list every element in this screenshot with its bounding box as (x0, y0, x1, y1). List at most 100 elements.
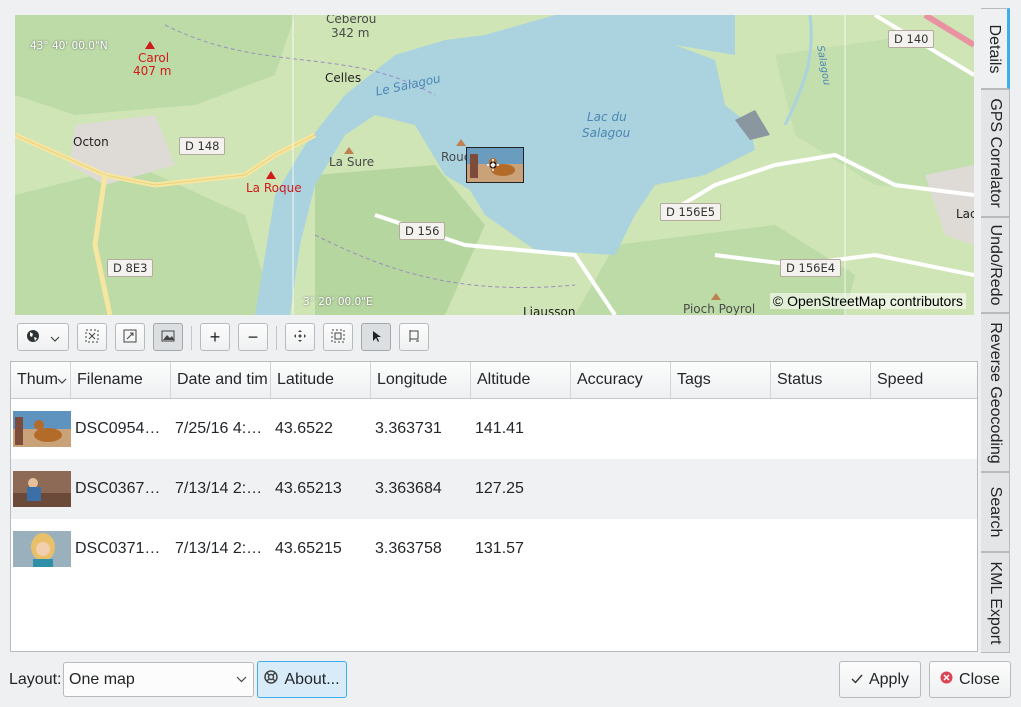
cell-datetime: 7/13/14 2:… (175, 480, 263, 497)
zoom-in-icon: + (209, 326, 221, 347)
chevron-down-icon (50, 329, 60, 345)
place-label-celles: Celles (325, 71, 362, 85)
column-header-longitude[interactable]: Longitude (371, 362, 471, 398)
peak-icon (266, 171, 276, 179)
column-header-status[interactable]: Status (771, 362, 871, 398)
globe-icon (26, 329, 40, 346)
column-header-tags[interactable]: Tags (671, 362, 771, 398)
column-label: Altitude (477, 371, 531, 388)
column-header-speed[interactable]: Speed (871, 362, 977, 398)
zoom-fit-button[interactable] (77, 323, 107, 351)
cell-filename: DSC0367… (75, 480, 161, 497)
place-label-carol-alt: 407 m (133, 64, 172, 78)
layout-label: Layout: (9, 671, 62, 688)
column-label: Thum (17, 371, 58, 388)
select-rectangle-button[interactable] (323, 323, 353, 351)
tab-label: Search (987, 486, 1004, 538)
column-label: Date and tim (177, 371, 268, 388)
flag-icon (407, 329, 421, 346)
map-backend-dropdown[interactable] (17, 323, 69, 351)
place-label-octon: Octon (73, 135, 109, 149)
cell-filename: DSC0371… (75, 540, 161, 557)
help-lifebuoy-icon (264, 670, 279, 689)
tab-reverse-geocoding[interactable]: Reverse Geocoding (981, 313, 1010, 472)
column-label: Speed (877, 371, 924, 388)
cell-altitude: 131.57 (475, 540, 524, 557)
column-header-thumbnail[interactable]: Thum (11, 362, 71, 398)
layout-select[interactable]: One map (63, 662, 254, 697)
place-label-liausson: Liausson (523, 305, 576, 315)
image-table[interactable]: Thum Filename Date and tim Latitude Long… (10, 361, 978, 652)
zoom-fit-icon (85, 329, 99, 346)
tab-gps-correlator[interactable]: GPS Correlator (981, 89, 1010, 217)
chevron-down-icon (57, 362, 67, 398)
place-label-ceberou: Cébérou (326, 15, 377, 26)
column-label: Filename (77, 371, 143, 388)
tab-label: Details (986, 24, 1003, 73)
apply-button-label: Apply (868, 670, 910, 688)
zoom-out-button[interactable]: − (238, 323, 268, 351)
zoom-out-icon: − (247, 326, 259, 347)
column-header-filename[interactable]: Filename (71, 362, 171, 398)
cell-datetime: 7/25/16 4:… (175, 420, 263, 437)
select-rectangle-icon (331, 329, 345, 346)
zoom-in-button[interactable]: + (200, 323, 230, 351)
map-attribution[interactable]: © OpenStreetMap contributors (769, 293, 966, 309)
road-label-d156e5: D 156E5 (660, 203, 722, 221)
map-view[interactable]: 43° 40' 00.0"N 3° 20' 00.0"E Cébérou 342… (15, 15, 974, 315)
lake-label-lac-du: Lac du (587, 110, 627, 124)
toolbar-separator (276, 326, 277, 350)
flag-button[interactable] (399, 323, 429, 351)
column-header-accuracy[interactable]: Accuracy (571, 362, 671, 398)
row-thumbnail (13, 471, 71, 507)
row-thumbnail (13, 411, 71, 447)
cell-altitude: 127.25 (475, 480, 524, 497)
cell-longitude: 3.363758 (375, 540, 442, 557)
latitude-grid-label: 43° 40' 00.0"N (30, 40, 108, 52)
tab-search[interactable]: Search (981, 472, 1010, 552)
tab-label: KML Export (987, 561, 1004, 644)
longitude-grid-label: 3° 20' 00.0"E (303, 296, 373, 308)
photo-marker[interactable] (466, 147, 524, 183)
cell-latitude: 43.6522 (275, 420, 333, 437)
tab-label: GPS Correlator (987, 98, 1004, 208)
tab-undo-redo[interactable]: Undo/Redo (981, 217, 1010, 313)
peak-icon (145, 41, 155, 49)
table-header: Thum Filename Date and tim Latitude Long… (11, 362, 977, 399)
column-label: Tags (677, 371, 711, 388)
cell-latitude: 43.65215 (275, 540, 342, 557)
table-row[interactable]: DSC0371… 7/13/14 2:… 43.65215 3.363758 1… (11, 519, 977, 579)
tab-kml-export[interactable]: KML Export (981, 552, 1010, 653)
side-tab-bar: Details GPS Correlator Undo/Redo Reverse… (981, 8, 1011, 653)
table-row[interactable]: DSC0367… 7/13/14 2:… 43.65213 3.363684 1… (11, 459, 977, 519)
pan-button[interactable] (285, 323, 315, 351)
cell-datetime: 7/13/14 2:… (175, 540, 263, 557)
column-header-latitude[interactable]: Latitude (271, 362, 371, 398)
cell-filename: DSC0954… (75, 420, 161, 437)
tab-details[interactable]: Details (981, 8, 1010, 89)
cell-latitude: 43.65213 (275, 480, 342, 497)
peak-icon (711, 293, 721, 300)
zoom-selection-button[interactable] (115, 323, 145, 351)
column-header-datetime[interactable]: Date and tim (171, 362, 271, 398)
cell-longitude: 3.363684 (375, 480, 442, 497)
place-label-carol: Carol (138, 51, 170, 65)
road-label-d156e4: D 156E4 (780, 259, 842, 277)
pointer-button[interactable] (361, 323, 391, 351)
column-label: Longitude (377, 371, 448, 388)
pointer-icon (369, 329, 383, 346)
table-row[interactable]: DSC0954… 7/25/16 4:… 43.6522 3.363731 14… (11, 399, 977, 459)
close-button[interactable]: Close (929, 661, 1011, 698)
pan-icon (293, 329, 307, 346)
zoom-selection-icon (123, 329, 137, 346)
about-button[interactable]: About... (257, 661, 347, 698)
apply-button[interactable]: Apply (839, 661, 921, 698)
show-thumbnails-button[interactable] (153, 323, 183, 351)
column-header-altitude[interactable]: Altitude (471, 362, 571, 398)
show-thumbnails-icon (161, 329, 175, 346)
road-label-d140: D 140 (888, 30, 935, 48)
column-label: Accuracy (577, 371, 643, 388)
peak-icon (344, 147, 354, 154)
place-label-lac: Lac (956, 207, 974, 221)
road-label-d148: D 148 (179, 137, 226, 155)
